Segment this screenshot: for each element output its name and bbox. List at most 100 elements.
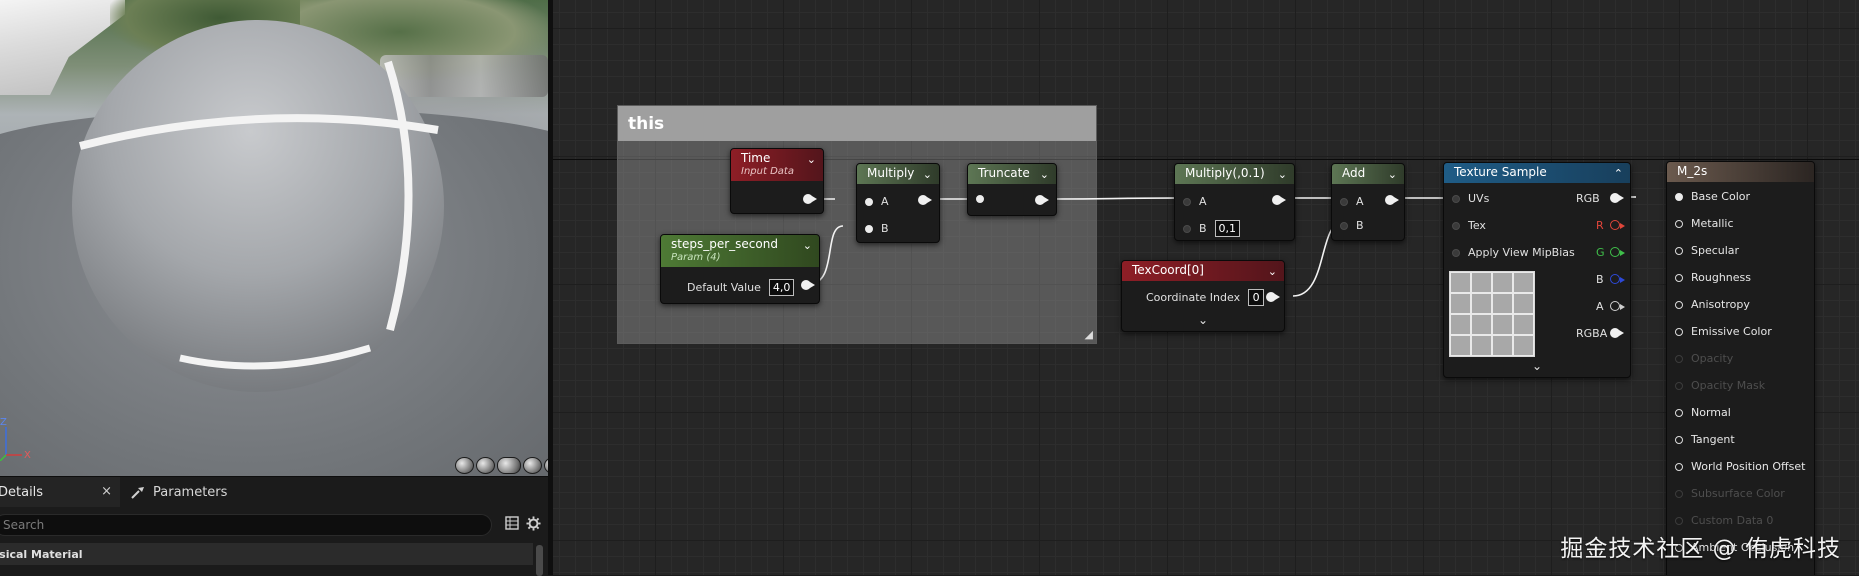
material-pin-row[interactable]: Anisotropy: [1675, 298, 1750, 311]
details-search-input[interactable]: Search: [0, 514, 492, 536]
material-pin-row[interactable]: Emissive Color: [1675, 325, 1772, 338]
node-multiply[interactable]: Multiply ⌄ A B: [856, 163, 940, 243]
resize-grip-icon[interactable]: ◢: [1085, 328, 1093, 341]
node-texcoord-index-row: Coordinate Index 0: [1146, 289, 1265, 306]
chevron-down-icon[interactable]: ⌄: [1268, 264, 1277, 279]
node-steps-output-pin[interactable]: [801, 280, 815, 290]
node-steps-default-value[interactable]: 4,0: [768, 279, 795, 296]
node-texture-sample[interactable]: Texture Sample ⌃ UVs Tex Apply View MipB…: [1443, 162, 1631, 378]
chevron-down-icon[interactable]: ⌄: [1388, 167, 1397, 182]
node-texture-sample-header[interactable]: Texture Sample ⌃: [1444, 163, 1630, 183]
material-pin-row[interactable]: Specular: [1675, 244, 1739, 257]
tex-output-b[interactable]: B: [1596, 273, 1604, 286]
material-pin-dot: [1675, 489, 1683, 498]
tab-details[interactable]: Details ×: [0, 477, 120, 507]
tex-input-mipbias[interactable]: Apply View MipBias: [1452, 246, 1575, 259]
node-multiply-output-pin[interactable]: [918, 195, 932, 205]
tex-output-rgb[interactable]: RGB: [1576, 192, 1600, 205]
node-texcoord[interactable]: TexCoord[0] ⌄ Coordinate Index 0 ⌄: [1121, 260, 1285, 332]
node-material-header[interactable]: M_2s: [1667, 162, 1814, 182]
tex-output-a[interactable]: A: [1596, 300, 1604, 313]
material-pin-row: Opacity Mask: [1675, 379, 1765, 392]
chevron-down-icon[interactable]: ⌄: [923, 167, 932, 182]
pin-a-label: A: [881, 195, 889, 208]
material-graph-canvas[interactable]: this ◢ Time Input Data ⌄ steps_per_secon…: [553, 0, 1859, 575]
node-multiply-pin-a[interactable]: A: [865, 195, 889, 208]
node-add-pin-a[interactable]: A: [1340, 195, 1364, 208]
material-pin-row[interactable]: Tangent: [1675, 433, 1735, 446]
material-preview-viewport[interactable]: Z X: [0, 0, 548, 476]
tex-input-tex[interactable]: Tex: [1452, 219, 1486, 232]
node-add[interactable]: Add ⌄ A B: [1331, 163, 1405, 241]
material-pin-row[interactable]: World Position Offset: [1675, 460, 1805, 473]
node-time-header[interactable]: Time Input Data ⌄: [731, 149, 823, 181]
tex-input-uvs[interactable]: UVs: [1452, 192, 1489, 205]
chevron-down-icon[interactable]: ⌄: [1040, 167, 1049, 182]
chevron-down-icon[interactable]: ⌄: [1278, 167, 1287, 182]
node-steps-header[interactable]: steps_per_second Param (4) ⌄: [661, 235, 819, 267]
material-pin-label: Base Color: [1691, 190, 1751, 203]
chevron-down-icon[interactable]: ⌄: [807, 152, 816, 167]
preview-plane-button[interactable]: [497, 457, 521, 474]
node-time-title: Time: [741, 151, 771, 165]
material-pin-row[interactable]: Roughness: [1675, 271, 1751, 284]
tex-output-rgba[interactable]: RGBA: [1576, 327, 1607, 340]
node-truncate-output-pin[interactable]: [1035, 195, 1049, 205]
node-add-pin-b[interactable]: B: [1340, 219, 1364, 232]
node-multiply-header[interactable]: Multiply ⌄: [857, 164, 939, 184]
node-multiply-const-b-value[interactable]: 0,1: [1214, 220, 1241, 237]
node-texcoord-output-pin[interactable]: [1266, 292, 1280, 302]
tex-output-r-pin[interactable]: [1610, 220, 1625, 230]
material-pin-dot: [1675, 327, 1683, 336]
node-material-output[interactable]: M_2s Base Color Metallic Specular Roughness…: [1666, 161, 1815, 575]
material-pin-row[interactable]: Normal: [1675, 406, 1731, 419]
node-time[interactable]: Time Input Data ⌄: [730, 148, 824, 214]
physical-material-section[interactable]: ysical Material: [0, 543, 533, 565]
node-multiply-const-output-pin[interactable]: [1272, 195, 1286, 205]
tex-output-rgba-pin[interactable]: [1610, 328, 1624, 338]
node-multiply-const-pin-b[interactable]: B 0,1: [1183, 220, 1241, 237]
material-pin-label: Custom Data 0: [1691, 514, 1774, 527]
details-scrollbar[interactable]: [536, 545, 543, 576]
chevron-down-icon[interactable]: ⌄: [1532, 359, 1542, 373]
tex-output-g-pin[interactable]: [1610, 247, 1625, 257]
node-add-header[interactable]: Add ⌄: [1332, 164, 1404, 184]
chevron-down-icon[interactable]: ⌄: [803, 238, 812, 253]
tex-output-a-pin[interactable]: [1610, 301, 1625, 311]
tex-output-b-pin[interactable]: [1610, 274, 1625, 284]
node-truncate-input-pin[interactable]: [976, 195, 984, 203]
preview-sphere-button[interactable]: [476, 457, 495, 474]
node-steps-default-row: Default Value 4,0: [687, 279, 795, 296]
tab-parameters[interactable]: Parameters: [130, 477, 227, 507]
tex-output-g[interactable]: G: [1596, 246, 1605, 259]
node-add-output-pin[interactable]: [1385, 195, 1399, 205]
settings-icon[interactable]: [524, 516, 542, 534]
material-pin-row[interactable]: Metallic: [1675, 217, 1734, 230]
node-texcoord-index-label: Coordinate Index: [1146, 291, 1241, 304]
node-multiply-const[interactable]: Multiply(,0.1) ⌄ A B 0,1: [1174, 163, 1295, 241]
node-texcoord-header[interactable]: TexCoord[0] ⌄: [1122, 261, 1284, 281]
material-pin-row[interactable]: Base Color: [1675, 190, 1750, 203]
material-pin-label: Roughness: [1691, 271, 1752, 284]
tex-output-rgb-pin[interactable]: [1610, 193, 1624, 203]
tex-output-r[interactable]: R: [1596, 219, 1604, 232]
watermark-text: 掘金技术社区 @ 侑虎科技: [1560, 536, 1841, 562]
chevron-up-icon[interactable]: ⌃: [1614, 166, 1623, 181]
comment-title[interactable]: this: [618, 106, 1096, 141]
chevron-down-icon[interactable]: ⌄: [1198, 313, 1208, 327]
axis-x-label: X: [24, 450, 31, 461]
material-pin-row: Subsurface Color: [1675, 487, 1785, 500]
preview-cylinder-button[interactable]: [455, 457, 474, 474]
node-multiply-const-pin-a[interactable]: A: [1183, 195, 1207, 208]
node-truncate-header[interactable]: Truncate ⌄: [968, 164, 1056, 184]
node-time-output-pin[interactable]: [803, 194, 817, 204]
node-texcoord-index-value[interactable]: 0: [1248, 289, 1265, 306]
close-icon[interactable]: ×: [101, 484, 112, 499]
node-steps-per-second[interactable]: steps_per_second Param (4) ⌄ Default Val…: [660, 234, 820, 304]
node-truncate[interactable]: Truncate ⌄: [967, 163, 1057, 216]
table-view-icon[interactable]: [503, 516, 521, 534]
node-multiply-const-header[interactable]: Multiply(,0.1) ⌄: [1175, 164, 1294, 184]
preview-cube-button[interactable]: [523, 457, 542, 474]
node-multiply-pin-b[interactable]: B: [865, 222, 889, 235]
pin-a-label: A: [1199, 195, 1207, 208]
